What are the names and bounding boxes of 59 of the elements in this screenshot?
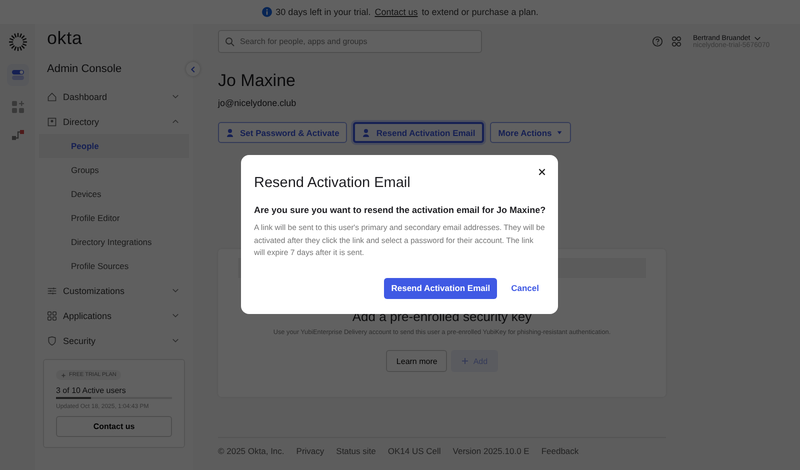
person-icon: [226, 128, 236, 138]
nav-subitem[interactable]: Directory Integrations: [39, 230, 189, 254]
chevron-icon: [172, 337, 179, 344]
dialog-title: Resend Activation Email: [254, 175, 412, 191]
directory-icon: [47, 116, 57, 126]
nav-item[interactable]: Dashboard: [39, 84, 189, 109]
nav-subitem[interactable]: Groups: [39, 158, 189, 182]
trial-notice-tail: to extend or purchase a plan.: [422, 7, 538, 17]
action-button[interactable]: Set Password & Activate: [218, 122, 348, 143]
nav-item[interactable]: Directory: [39, 109, 189, 134]
footer-link[interactable]: Privacy: [296, 446, 324, 456]
info-icon: [262, 7, 272, 17]
collapse-sidebar-button[interactable]: [186, 62, 200, 76]
close-button[interactable]: [536, 166, 548, 178]
caret-icon: [556, 129, 563, 136]
toggle-icon[interactable]: [10, 68, 24, 82]
apps-grid-icon[interactable]: [671, 36, 682, 47]
contact-us-button[interactable]: Contact us: [56, 416, 172, 437]
admin-console-title: Admin Console: [46, 63, 122, 75]
apps-grid-icon: [47, 310, 57, 320]
search-icon: [225, 36, 235, 46]
copyright: © 2025 Okta, Inc.: [218, 446, 284, 456]
nav-item[interactable]: Customizations: [39, 278, 189, 303]
grid-plus-icon[interactable]: [10, 100, 24, 114]
chevron-icon: [172, 93, 179, 100]
footer-link[interactable]: Feedback: [541, 446, 579, 456]
chevron-icon: [172, 287, 179, 294]
sparkle-icon: [61, 372, 66, 378]
active-users-count: 3 of 10 Active users: [56, 386, 127, 395]
chevron-icon: [754, 34, 762, 42]
contact-link[interactable]: Contact us: [374, 7, 418, 17]
dialog-question: Are you sure you want to resend the activation email for Jo Maxine?: [254, 205, 545, 215]
chevron-icon: [172, 118, 179, 125]
footer-link[interactable]: Version 2025.10.0 E: [452, 446, 530, 456]
nav-item[interactable]: Security: [39, 328, 189, 353]
nav-subitem[interactable]: Profile Editor: [39, 206, 189, 230]
footer-link[interactable]: OK14 US Cell: [388, 446, 441, 456]
chevron-icon: [172, 312, 179, 319]
person-name: Jo Maxine: [218, 71, 296, 91]
nav-subitem[interactable]: Devices: [39, 182, 189, 206]
home-icon: [47, 92, 57, 102]
nav-subitem[interactable]: Profile Sources: [39, 254, 189, 278]
resend-activation-email-button[interactable]: Resend Activation Email: [384, 278, 498, 299]
action-button[interactable]: More Actions: [490, 122, 571, 143]
action-button[interactable]: Resend Activation Email: [353, 122, 484, 143]
help-icon[interactable]: [652, 36, 663, 47]
person-email: jo@nicelydone.club: [218, 98, 298, 108]
workflow-icon[interactable]: [10, 128, 24, 142]
sliders-icon: [47, 286, 57, 296]
cancel-button[interactable]: Cancel: [511, 283, 539, 294]
nav-item[interactable]: Applications: [39, 303, 189, 328]
okta-logo: okta: [46, 27, 84, 50]
chevron-left-icon: [190, 66, 196, 72]
shield-icon: [47, 336, 57, 346]
nav-subitem[interactable]: People: [39, 134, 189, 158]
learn-more-button[interactable]: Learn more: [386, 350, 448, 372]
sunburst-logo-icon: [8, 32, 28, 52]
footer-link[interactable]: Status site: [336, 446, 376, 456]
trial-notice: 30 days left in your trial.: [276, 7, 371, 17]
